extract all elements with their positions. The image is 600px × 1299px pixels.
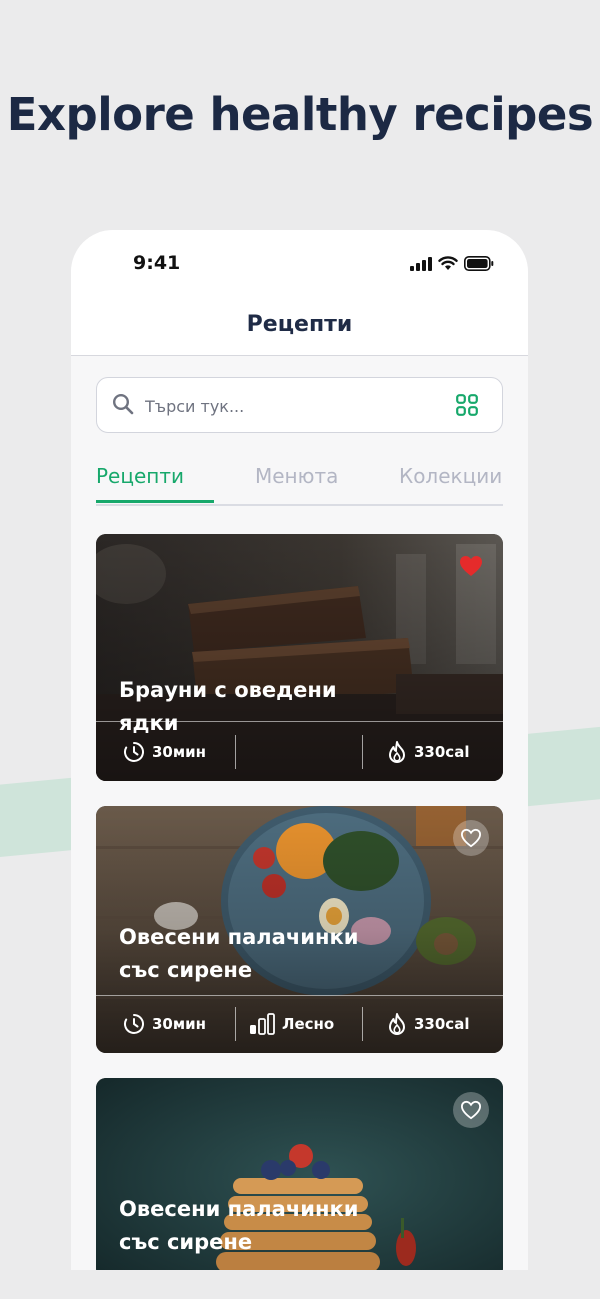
heart-icon — [460, 556, 482, 576]
recipe-meta: 30мин 330cal — [96, 723, 503, 781]
app-header: 9:41 Рецепти — [71, 230, 528, 356]
meta-time: 30мин — [123, 723, 206, 781]
status-time: 9:41 — [133, 252, 181, 274]
grid-icon[interactable] — [456, 394, 478, 416]
card-divider — [96, 721, 503, 722]
search-bar[interactable] — [96, 377, 503, 433]
meta-separator — [362, 1007, 363, 1041]
battery-icon — [464, 256, 494, 271]
heart-icon — [460, 828, 482, 848]
recipe-card-brownies[interactable]: Брауни с оведени ядки 30мин 330cal — [96, 534, 503, 781]
difficulty-bars-icon — [250, 1013, 275, 1035]
tab-menus[interactable]: Менюта — [255, 464, 338, 488]
tab-collections[interactable]: Колекции — [399, 464, 502, 488]
active-tab-indicator — [96, 500, 214, 503]
flame-icon — [389, 741, 405, 763]
headline: Explore healthy recipes — [6, 88, 594, 141]
meta-calories: 330cal — [387, 995, 469, 1053]
meta-separator — [235, 1007, 236, 1041]
meta-separator — [362, 735, 363, 769]
status-icons — [410, 256, 494, 271]
meta-difficulty: Лесно — [249, 995, 334, 1053]
clock-icon — [124, 742, 144, 762]
clock-icon — [124, 1014, 144, 1034]
favorite-button[interactable] — [453, 1092, 489, 1128]
heart-icon — [460, 1100, 482, 1120]
phone-screen: 9:41 Рецепти Търси тук... Рецепти Менюта… — [71, 230, 528, 1270]
recipe-card-oat-pancakes[interactable]: Овесени палачинки със сирене 30мин Лесно — [96, 806, 503, 1053]
wifi-icon — [438, 256, 458, 270]
flame-icon — [389, 1013, 405, 1035]
tab-recipes[interactable]: Рецепти — [96, 464, 184, 488]
signal-icon — [410, 256, 432, 271]
recipe-title: Овесени палачинки със сирене — [119, 1197, 359, 1254]
tab-bar: Рецепти Менюта Колекции — [96, 462, 503, 506]
meta-calories: 330cal — [387, 723, 469, 781]
meta-separator — [235, 735, 236, 769]
recipe-title: Овесени палачинки със сирене — [119, 925, 359, 982]
favorite-button[interactable] — [453, 548, 489, 584]
search-icon — [112, 393, 134, 415]
recipe-meta: 30мин Лесно 330cal — [96, 995, 503, 1053]
meta-time: 30мин — [123, 995, 206, 1053]
search-input[interactable] — [143, 390, 437, 422]
favorite-button[interactable] — [453, 820, 489, 856]
screen-title: Рецепти — [246, 312, 353, 337]
recipe-card-pancakes[interactable]: Овесени палачинки със сирене — [96, 1078, 503, 1270]
